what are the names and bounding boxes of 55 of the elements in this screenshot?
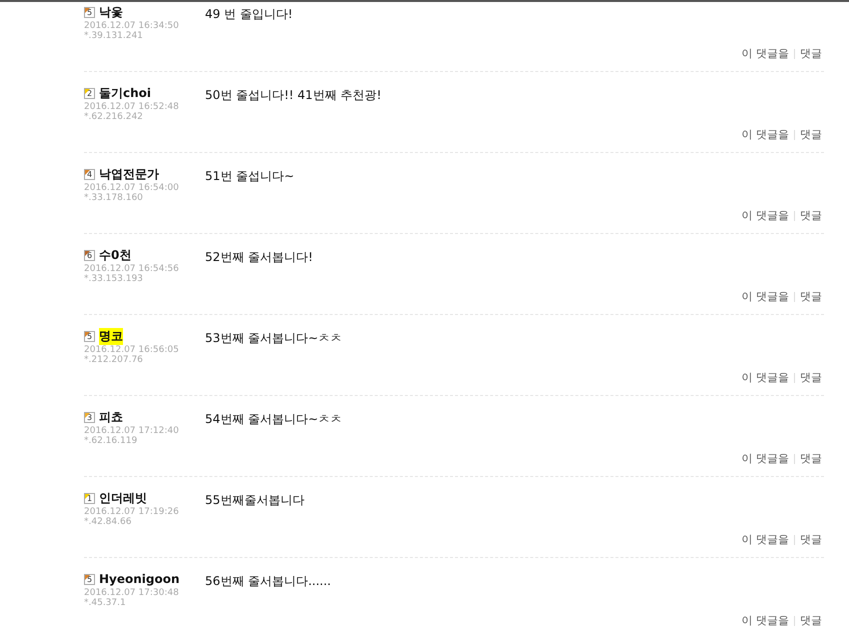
comment-date: 2016.12.07 17:12:40 [84, 426, 180, 436]
comment-date: 2016.12.07 17:30:48 [84, 588, 180, 598]
ip-address: *.62.216.242 [84, 112, 144, 122]
reply-link[interactable]: 댓글 [800, 451, 822, 466]
reply-link[interactable]: 댓글 [800, 289, 822, 304]
author-name[interactable]: 피쵸 [99, 408, 123, 426]
reply-link[interactable]: 이 댓글을 [742, 613, 789, 628]
reply-link[interactable]: 댓글 [800, 613, 822, 628]
ip-address: *.39.131.241 [84, 31, 144, 41]
comment-text: 52번째 줄서봅니다! [205, 250, 313, 264]
comment-text: 55번째줄서봅니다 [205, 493, 304, 507]
reply-link[interactable]: 이 댓글을 [742, 451, 789, 466]
comment-text: 50번 줄섭니다!! 41번째 추천광! [205, 88, 382, 102]
reply-link[interactable]: 이 댓글을 [742, 127, 789, 142]
comment-date: 2016.12.07 16:54:56 [84, 264, 180, 274]
ip-address: *.33.178.160 [84, 193, 144, 203]
comment-text: 51번 줄섭니다~ [205, 169, 294, 183]
comment-text: 49 번 줄입니다! [205, 7, 293, 21]
author-name[interactable]: 둘기choi [99, 84, 152, 102]
level-badge: 3 [84, 412, 95, 422]
reply-link[interactable]: 이 댓글을 [742, 370, 789, 385]
ip-address: *.33.153.193 [84, 274, 144, 284]
ip-address: *.212.207.76 [84, 355, 144, 365]
reply-link[interactable]: 댓글 [800, 127, 822, 142]
comment-date: 2016.12.07 16:54:00 [84, 183, 180, 193]
reply-link[interactable]: 이 댓글을 [742, 208, 789, 223]
ip-address: *.42.84.66 [84, 517, 132, 527]
reply-link[interactable]: 이 댓글을 [742, 532, 789, 547]
comment-date: 2016.12.07 17:19:26 [84, 507, 180, 517]
comment-date: 2016.12.07 16:34:50 [84, 21, 180, 31]
level-badge: 5 [84, 574, 95, 584]
author-name[interactable]: 인더레빗 [99, 490, 147, 506]
ip-address: *.45.37.1 [84, 598, 127, 608]
level-badge: 6 [84, 250, 95, 260]
comment-text: 54번째 줄서봅니다~ㅊㅊ [205, 412, 342, 426]
reply-link[interactable]: 이 댓글을 [742, 46, 789, 61]
reply-link[interactable]: 이 댓글을 [742, 289, 789, 304]
level-badge: 5 [84, 6, 95, 18]
level-badge: 5 [84, 330, 95, 342]
reply-link[interactable]: 댓글 [800, 46, 822, 61]
comment-text: 56번째 줄서봅니다...... [205, 574, 331, 588]
ip-address: *.62.16.119 [84, 436, 138, 446]
level-badge: 1 [84, 492, 95, 504]
level-badge: 4 [84, 168, 95, 180]
author-name[interactable]: Hyeonigoon [99, 572, 180, 586]
comment-text: 53번째 줄서봅니다~ㅊㅊ [205, 331, 342, 345]
author-name[interactable]: 수0천 [99, 246, 132, 264]
author-name[interactable]: 낙엽전문가 [99, 166, 159, 182]
author-name[interactable]: 명코 [99, 328, 123, 344]
comment-date: 2016.12.07 16:56:05 [84, 345, 180, 355]
reply-link[interactable]: 댓글 [800, 208, 822, 223]
reply-link[interactable]: 댓글 [800, 370, 822, 385]
comment-date: 2016.12.07 16:52:48 [84, 102, 180, 112]
reply-link[interactable]: 댓글 [800, 532, 822, 547]
author-name[interactable]: 낙옻 [99, 4, 123, 20]
